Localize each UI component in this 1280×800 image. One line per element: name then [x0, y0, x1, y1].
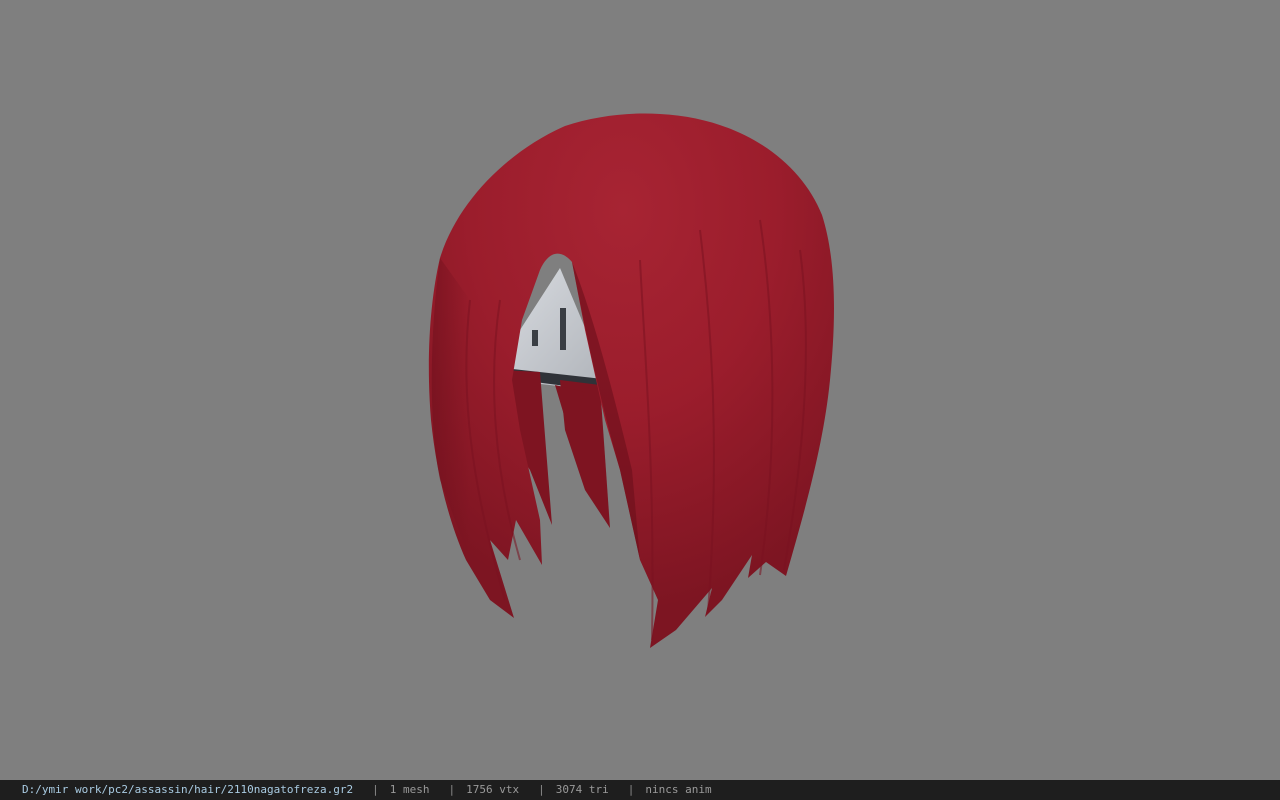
status-bar: D:/ymir work/pc2/assassin/hair/2110nagat… [0, 780, 1280, 800]
mesh-count: 1 mesh [389, 783, 430, 796]
status-separator: | [538, 783, 545, 796]
status-separator: | [627, 783, 635, 796]
hair-model [428, 113, 834, 648]
file-path: D:/ymir work/pc2/assassin/hair/2110nagat… [22, 783, 354, 796]
3d-viewport[interactable] [0, 0, 1280, 780]
model-viewer-window: D:/ymir work/pc2/assassin/hair/2110nagat… [0, 0, 1280, 800]
animation-status: nincs anim [645, 783, 712, 796]
vertex-count: 1756 vtx [466, 783, 520, 796]
status-separator: | [448, 783, 456, 796]
triangle-count: 3074 tri [555, 783, 609, 796]
status-separator: | [372, 783, 379, 796]
